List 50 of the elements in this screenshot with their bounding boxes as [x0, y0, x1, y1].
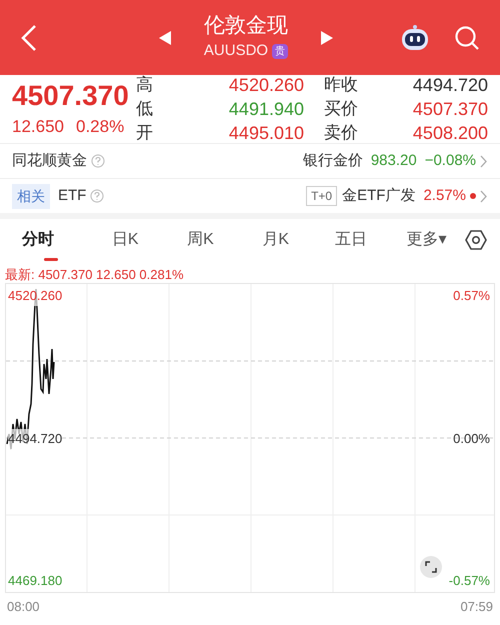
- latest-quote: 最新: 4507.370 12.650 0.281%: [5, 266, 185, 283]
- fullscreen-icon: [425, 561, 437, 573]
- time-axis-label: 07:59: [460, 598, 493, 616]
- percent-axis-label: 0.00%: [453, 430, 490, 448]
- chart-tab[interactable]: 五日: [313, 219, 389, 261]
- info-label: 同花顺黄金: [12, 150, 87, 171]
- price-axis-label: 4520.260: [8, 286, 62, 306]
- info-change: 2.57%: [423, 186, 466, 206]
- stat-label: 昨收: [324, 74, 359, 96]
- info-value: 983.20: [370, 150, 417, 171]
- settings-button[interactable]: [464, 228, 488, 252]
- change-percent: 0.28%: [76, 116, 124, 138]
- category-badge: 贵: [272, 44, 288, 59]
- stat-label: 开: [136, 122, 154, 144]
- chevron-right-icon[interactable]: [480, 190, 488, 202]
- time-axis-label: 08:00: [7, 598, 40, 616]
- stat-value: 4495.010: [228, 122, 304, 144]
- info-change: −0.08%: [424, 150, 476, 171]
- trading-tag: T+0: [306, 186, 338, 206]
- info-label: ETF: [58, 186, 86, 206]
- search-button[interactable]: [454, 24, 480, 50]
- info-label: 金ETF广发: [342, 186, 416, 206]
- price-axis-label: 4494.720: [8, 429, 62, 448]
- stat-label: 卖价: [324, 122, 359, 144]
- chart-tab[interactable]: 周K: [162, 219, 238, 261]
- percent-axis-label: -0.57%: [448, 572, 490, 590]
- stat-value: 4491.940: [228, 98, 304, 120]
- window-title: 伦敦金现: [204, 13, 288, 40]
- related-tag: 相关: [12, 184, 50, 208]
- symbol-code: AUUSDO: [204, 41, 268, 62]
- stat-value: 4520.260: [228, 74, 304, 96]
- info-label: 银行金价: [302, 150, 363, 171]
- stat-label: 买价: [324, 98, 359, 120]
- percent-axis-label: 0.57%: [453, 287, 490, 305]
- chart-tab[interactable]: 月K: [238, 219, 314, 261]
- robot-assistant-icon[interactable]: [400, 24, 430, 52]
- stat-label: 高: [136, 74, 154, 96]
- fullscreen-button[interactable]: [420, 556, 442, 578]
- stat-value: 4494.720: [412, 74, 488, 96]
- current-price: 4507.370: [12, 79, 130, 114]
- chart-tab[interactable]: 分时: [12, 219, 88, 261]
- chart-tab[interactable]: 日K: [88, 219, 163, 261]
- chart-tab[interactable]: 更多▾: [388, 219, 464, 261]
- stat-label: 低: [136, 98, 154, 120]
- price-change: 12.650: [12, 116, 64, 138]
- next-button[interactable]: [320, 30, 334, 46]
- previous-button[interactable]: [158, 30, 172, 46]
- stat-value: 4508.200: [412, 122, 488, 144]
- chevron-right-icon[interactable]: [480, 154, 488, 168]
- stat-value: 4507.370: [412, 98, 488, 120]
